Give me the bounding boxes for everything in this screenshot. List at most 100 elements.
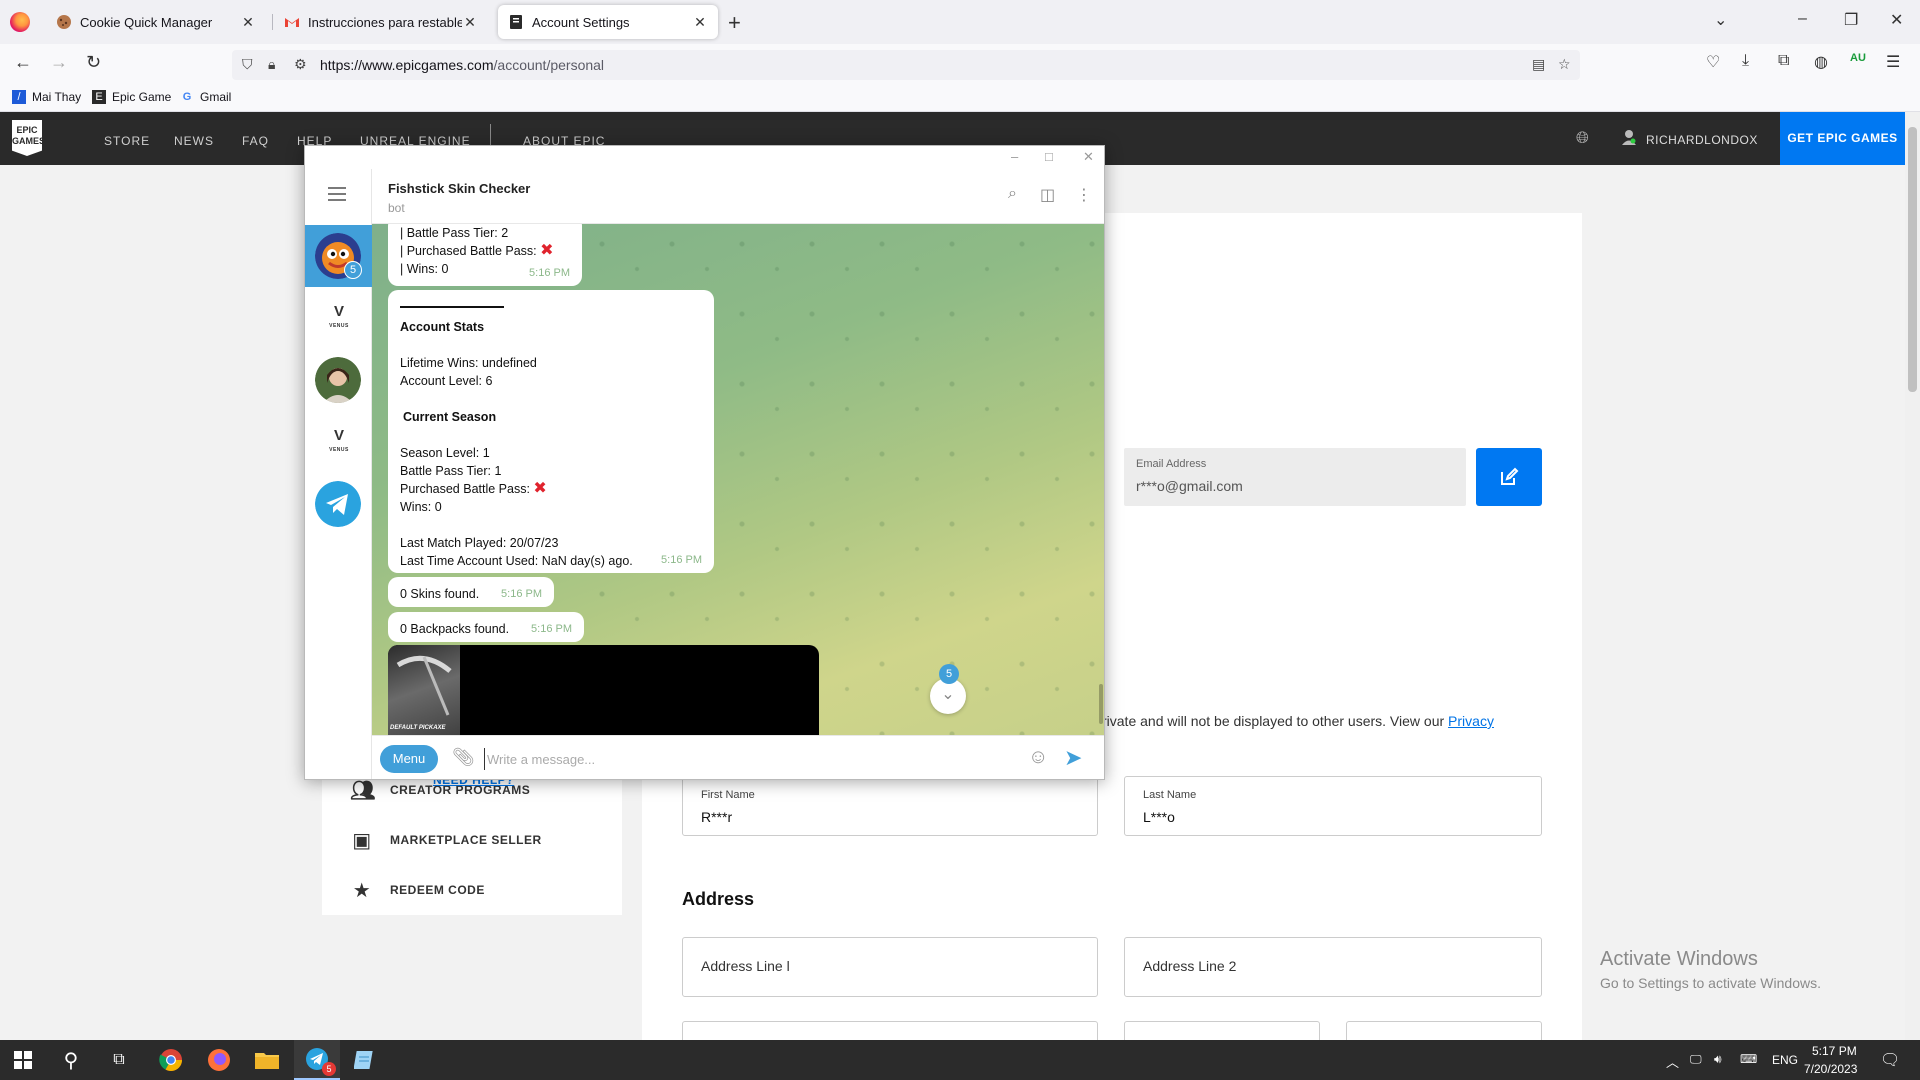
more-options-icon[interactable]: ⋮	[1076, 185, 1092, 205]
back-button[interactable]: ←	[14, 52, 32, 73]
maximize-button[interactable]: □	[1045, 149, 1053, 164]
hamburger-menu-icon[interactable]	[328, 187, 346, 205]
chat-history[interactable]: | Battle Pass Tier: 2 | Purchased Battle…	[372, 224, 1104, 735]
network-icon[interactable]: 🖵︎	[1690, 1052, 1702, 1067]
search-icon[interactable]: ⌕	[1008, 185, 1017, 203]
forward-button[interactable]: →	[50, 52, 68, 73]
bookmark-gmail[interactable]: G Gmail	[180, 90, 232, 104]
notifications-icon[interactable]: 🗨︎	[1880, 1050, 1900, 1070]
address-heading: Address	[682, 889, 755, 909]
chrome-icon[interactable]	[148, 1040, 194, 1080]
restore-button[interactable]: ❐	[1844, 10, 1858, 30]
last-name-field[interactable]: Last Name L***o	[1124, 776, 1542, 836]
language-indicator[interactable]: ENG	[1772, 1053, 1798, 1067]
url-bar[interactable]: ⛉ 🔒︎ ⚙ https://www.epicgames.com/account…	[232, 50, 1580, 80]
sidebar-item-marketplace-seller[interactable]: ▣ MARKETPLACE SELLER	[350, 825, 542, 855]
clock-time[interactable]: 5:17 PM	[1812, 1044, 1857, 1058]
cookie-extension-icon[interactable]: ◍	[1814, 52, 1828, 72]
clock-date[interactable]: 7/20/2023	[1804, 1062, 1857, 1076]
bookmark-epic-game[interactable]: E Epic Game	[92, 90, 171, 104]
show-hidden-icons[interactable]: ︿	[1666, 1052, 1679, 1071]
reload-button[interactable]: ↻	[86, 52, 101, 73]
keyboard-icon[interactable]: ⌨	[1740, 1052, 1757, 1066]
close-tab-icon[interactable]: ✕	[462, 14, 478, 31]
chat-scrollbar[interactable]	[1099, 684, 1103, 724]
reader-view-icon[interactable]: ▤	[1532, 56, 1545, 73]
firefox-icon[interactable]	[196, 1040, 242, 1080]
send-icon[interactable]: ➤	[1064, 745, 1082, 771]
bookmark-mai-thay[interactable]: / Mai Thay	[12, 90, 81, 104]
minimize-button[interactable]: –	[1798, 10, 1807, 28]
page-scrollbar[interactable]	[1905, 112, 1920, 1040]
red-x-icon: ✖	[533, 480, 547, 497]
scrollbar-thumb[interactable]	[1908, 127, 1917, 392]
username[interactable]: RICHARDLONDOX	[1646, 133, 1758, 147]
lock-icon[interactable]: 🔒︎	[268, 56, 275, 73]
pocket-icon[interactable]: ♡	[1706, 52, 1720, 72]
menu-icon[interactable]: ☰	[1886, 52, 1900, 72]
close-tab-icon[interactable]: ✕	[692, 14, 708, 31]
list-all-tabs-icon[interactable]: ⌄	[1714, 10, 1727, 30]
start-button[interactable]	[0, 1040, 46, 1080]
edit-email-button[interactable]	[1476, 448, 1542, 506]
epic-games-icon: E	[92, 90, 106, 104]
firefox-icon[interactable]	[10, 12, 30, 32]
get-epic-games-button[interactable]: GET EPIC GAMES	[1780, 112, 1905, 165]
shield-icon[interactable]: ⛉	[242, 56, 253, 73]
epic-logo[interactable]: EPIC GAMES	[12, 120, 42, 156]
privacy-policy-link[interactable]: Privacy	[1448, 713, 1494, 729]
chat-telegram[interactable]	[305, 473, 372, 535]
image-message[interactable]: DEFAULT PICKAXE	[388, 645, 819, 735]
message-bubble[interactable]: | Battle Pass Tier: 2 | Purchased Battle…	[388, 224, 582, 286]
minimize-button[interactable]: –	[1011, 149, 1018, 164]
chat-venus-2[interactable]: V VENUS	[305, 411, 372, 473]
file-explorer-icon[interactable]	[244, 1040, 290, 1080]
sidebar-item-redeem-code[interactable]: ★ REDEEM CODE	[350, 875, 485, 905]
pickaxe-icon	[396, 655, 452, 716]
chat-fishstick[interactable]: 5	[305, 225, 372, 287]
message-line: | Purchased Battle Pass: ✖	[400, 242, 554, 259]
privacy-notice-text: rivate and will not be displayed to othe…	[1102, 713, 1445, 729]
new-tab-button[interactable]: +	[728, 10, 741, 36]
close-tab-icon[interactable]: ✕	[240, 14, 256, 31]
message-line: Last Time Account Used: NaN day(s) ago.	[400, 554, 633, 568]
tab-gmail-instructions[interactable]: Instrucciones para restablecer la contra…	[274, 5, 488, 39]
message-bubble[interactable]: 0 Skins found. 5:16 PM	[388, 577, 554, 607]
search-icon[interactable]: ⚲	[48, 1040, 94, 1080]
url-text[interactable]: https://www.epicgames.com/account/person…	[320, 57, 604, 73]
first-name-field[interactable]: First Name R***r	[682, 776, 1098, 836]
message-time: 5:16 PM	[529, 267, 570, 279]
nav-store[interactable]: STORE	[104, 134, 150, 148]
bot-menu-button[interactable]: Menu	[380, 745, 438, 773]
chrome-logo	[159, 1049, 182, 1071]
address-line1-field[interactable]: Address Line l	[682, 937, 1098, 997]
chat-venus-1[interactable]: V VENUS	[305, 287, 372, 349]
tab-account-settings[interactable]: Account Settings ✕	[498, 5, 718, 39]
paperclip-icon[interactable]: 📎︎	[452, 747, 475, 768]
nav-news[interactable]: NEWS	[174, 134, 214, 148]
message-bubble[interactable]: 0 Backpacks found. 5:16 PM	[388, 612, 584, 642]
sidebar-toggle-icon[interactable]: ◫	[1040, 185, 1055, 205]
task-view-icon[interactable]: ⧉	[96, 1040, 142, 1080]
tab-cookie-quick-manager[interactable]: Cookie Quick Manager ✕	[46, 5, 266, 39]
permissions-icon[interactable]: ⚙	[294, 56, 307, 73]
red-x-icon: ✖	[540, 242, 554, 259]
message-bubble[interactable]: Account Stats Lifetime Wins: undefined A…	[388, 290, 714, 573]
close-button[interactable]: ✕	[1083, 149, 1094, 165]
downloads-icon[interactable]: ⤓	[1742, 52, 1749, 70]
telegram-taskbar-icon[interactable]: 5	[294, 1040, 340, 1080]
close-window-button[interactable]: ✕	[1890, 10, 1903, 30]
nav-faq[interactable]: FAQ	[242, 134, 269, 148]
volume-icon[interactable]: 🔊︎	[1714, 1052, 1722, 1067]
address-line2-field[interactable]: Address Line 2	[1124, 937, 1542, 997]
bookmark-star-icon[interactable]: ☆	[1558, 56, 1571, 73]
google-icon: G	[182, 91, 192, 103]
extensions-icon[interactable]: ⧉	[1778, 52, 1789, 70]
chat-contact[interactable]	[305, 349, 372, 411]
message-input[interactable]	[484, 748, 1004, 770]
profile-badge[interactable]: AU	[1850, 52, 1866, 64]
chat-title[interactable]: Fishstick Skin Checker	[388, 181, 530, 196]
notepad-icon[interactable]	[342, 1040, 388, 1080]
globe-icon[interactable]: 🌐︎	[1576, 130, 1589, 148]
emoji-icon[interactable]: ☺	[1028, 746, 1048, 769]
